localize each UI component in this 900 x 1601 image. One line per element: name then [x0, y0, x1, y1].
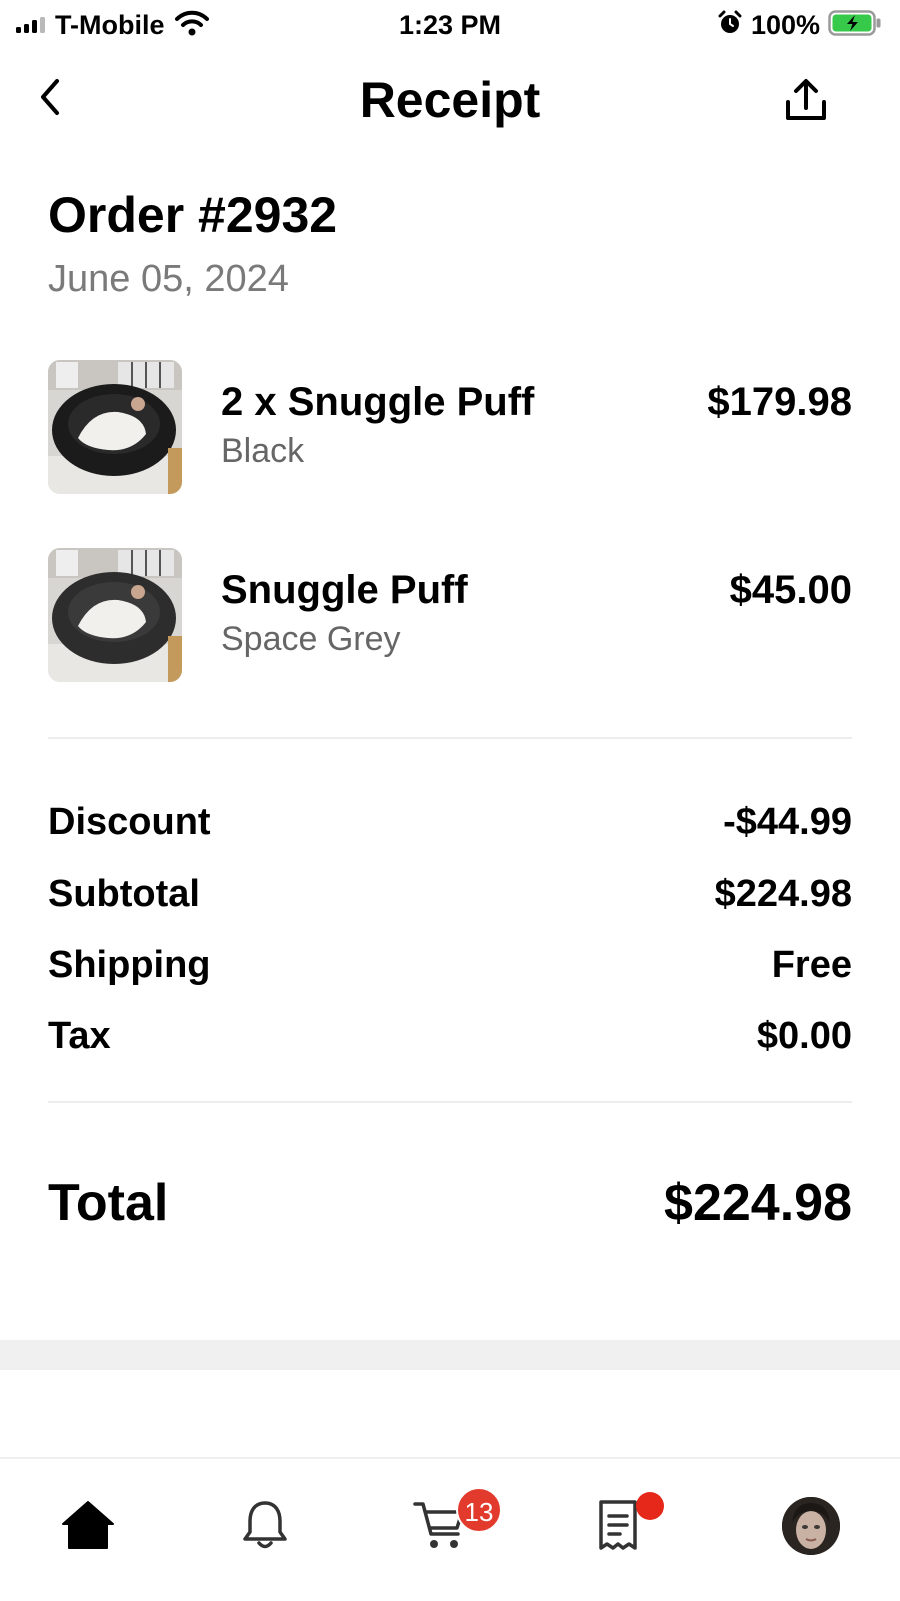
line-item[interactable]: 2 x Snuggle Puff Black $179.98 [48, 360, 852, 494]
tab-home[interactable] [48, 1489, 128, 1561]
summary-label: Subtotal [48, 873, 200, 915]
product-image [48, 548, 182, 682]
item-variant: Space Grey [221, 620, 401, 658]
summary-row-tax: Tax $0.00 [48, 1011, 852, 1061]
home-icon [62, 1501, 114, 1549]
divider [48, 737, 852, 739]
item-variant: Black [221, 432, 305, 470]
battery-icon [828, 9, 882, 41]
alarm-icon [717, 10, 743, 41]
receipt-screen: T-Mobile 1:23 PM 100% Receipt Order #293… [0, 0, 900, 1601]
item-name: Snuggle Puff [221, 568, 468, 612]
total-label: Total [48, 1174, 169, 1232]
summary-row-subtotal: Subtotal $224.98 [48, 869, 852, 919]
status-right: 100% [717, 8, 882, 42]
summary-row-shipping: Shipping Free [48, 940, 852, 990]
item-price: $179.98 [707, 380, 852, 424]
total-value: $224.98 [664, 1174, 852, 1232]
nav-bar: Receipt [0, 60, 900, 140]
summary-value: Free [771, 944, 852, 986]
summary-label: Discount [48, 801, 211, 843]
bell-icon [243, 1501, 287, 1549]
status-bar: T-Mobile 1:23 PM 100% [0, 0, 900, 50]
item-price: $45.00 [729, 568, 852, 612]
summary-label: Tax [48, 1015, 111, 1057]
summary-value: $224.98 [714, 873, 852, 915]
tab-notifications[interactable] [225, 1489, 305, 1561]
summary-value: $0.00 [756, 1015, 852, 1057]
share-button[interactable] [778, 72, 834, 128]
divider [48, 1101, 852, 1103]
section-separator [0, 1340, 900, 1370]
avatar[interactable] [782, 1497, 840, 1555]
battery-percent: 100% [750, 9, 820, 40]
line-item[interactable]: Snuggle Puff Space Grey $45.00 [48, 548, 852, 682]
notification-dot [636, 1492, 664, 1520]
share-icon [786, 79, 826, 120]
cart-badge: 13 [456, 1487, 502, 1533]
summary-label: Shipping [48, 944, 211, 986]
summary-row-discount: Discount -$44.99 [48, 797, 852, 847]
order-number: Order #2932 [48, 187, 338, 243]
receipt-icon [599, 1500, 637, 1550]
order-date: June 05, 2024 [48, 258, 289, 300]
tab-bar [0, 1457, 900, 1601]
product-image [48, 360, 182, 494]
total-row: Total $224.98 [48, 1170, 852, 1236]
summary-value: -$44.99 [723, 801, 852, 843]
item-name: 2 x Snuggle Puff [221, 380, 535, 424]
page-title: Receipt [359, 72, 541, 128]
